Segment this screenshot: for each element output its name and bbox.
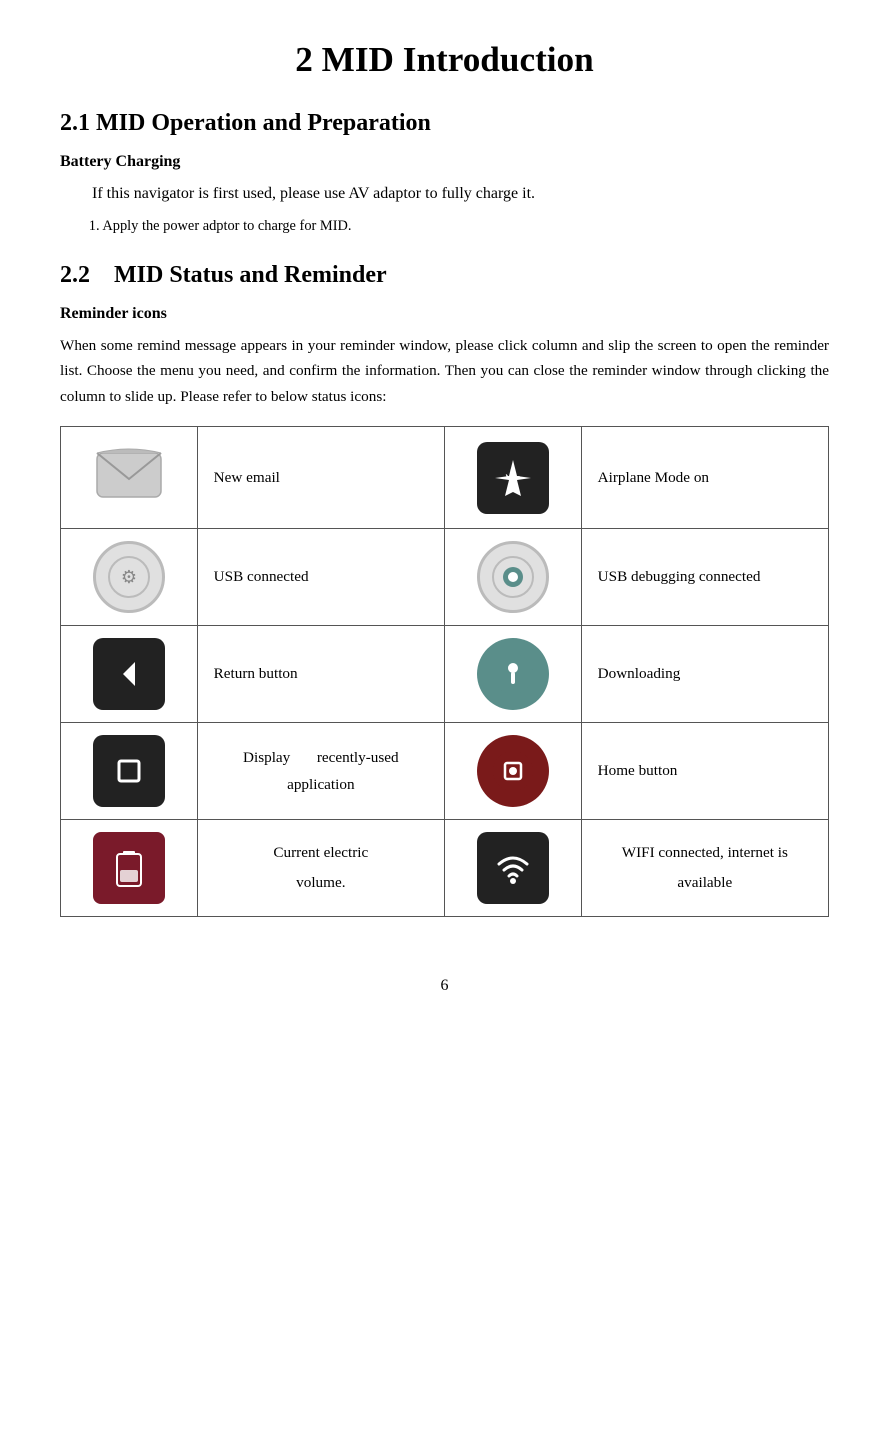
status-icons-table: New email ✈ Airplane Mode on — [60, 426, 829, 917]
usb-connected-icon: ⚙ — [93, 586, 165, 603]
table-row: Display recently-usedapplication Home b — [61, 723, 829, 820]
downloading-icon — [477, 683, 549, 700]
reminder-icons-heading: Reminder icons — [60, 305, 829, 323]
battery-para1: If this navigator is first used, please … — [60, 181, 829, 207]
svg-text:⚙: ⚙ — [121, 567, 137, 587]
return-button-label: Return button — [197, 626, 444, 723]
email-icon — [93, 498, 165, 515]
battery-icon-cell — [61, 820, 198, 917]
battery-charging-heading: Battery Charging — [60, 153, 829, 171]
section-2-1: 2.1 MID Operation and Preparation Batter… — [60, 110, 829, 238]
return-button-icon — [93, 683, 165, 700]
battery-label: Current electricvolume. — [197, 820, 444, 917]
usb-debug-icon — [477, 586, 549, 603]
section-2-2: 2.2 MID Status and Reminder Reminder ico… — [60, 262, 829, 918]
airplane-mode-label: Airplane Mode on — [581, 427, 828, 529]
home-button-icon — [477, 780, 549, 797]
airplane-mode-icon-cell: ✈ — [444, 427, 581, 529]
new-email-label: New email — [197, 427, 444, 529]
page-title: 2 MID Introduction — [60, 40, 829, 80]
recent-apps-icon — [93, 780, 165, 797]
reminder-text: When some remind message appears in your… — [60, 333, 829, 411]
new-email-icon-cell — [61, 427, 198, 529]
usb-connected-label: USB connected — [197, 529, 444, 626]
wifi-label: WIFI connected, internet isavailable — [581, 820, 828, 917]
recent-apps-icon-cell — [61, 723, 198, 820]
table-row: Current electricvolume. WIFI — [61, 820, 829, 917]
battery-icon — [93, 877, 165, 894]
wifi-icon-cell — [444, 820, 581, 917]
usb-debug-icon-cell — [444, 529, 581, 626]
battery-para2: 1. Apply the power adptor to charge for … — [60, 215, 829, 238]
usb-connected-icon-cell: ⚙ — [61, 529, 198, 626]
section-2-1-heading: 2.1 MID Operation and Preparation — [60, 110, 829, 137]
page-number: 6 — [60, 977, 829, 995]
recent-apps-label: Display recently-usedapplication — [197, 723, 444, 820]
usb-debug-label: USB debugging connected — [581, 529, 828, 626]
return-button-icon-cell — [61, 626, 198, 723]
table-row: ⚙ USB connected — [61, 529, 829, 626]
home-button-icon-cell — [444, 723, 581, 820]
table-row: New email ✈ Airplane Mode on — [61, 427, 829, 529]
airplane-icon: ✈ — [477, 489, 549, 506]
downloading-icon-cell — [444, 626, 581, 723]
wifi-icon — [477, 877, 549, 894]
section-2-2-heading: 2.2 MID Status and Reminder — [60, 262, 829, 289]
table-row: Return button Downloading — [61, 626, 829, 723]
svg-text:✈: ✈ — [504, 467, 521, 489]
home-button-label: Home button — [581, 723, 828, 820]
downloading-label: Downloading — [581, 626, 828, 723]
